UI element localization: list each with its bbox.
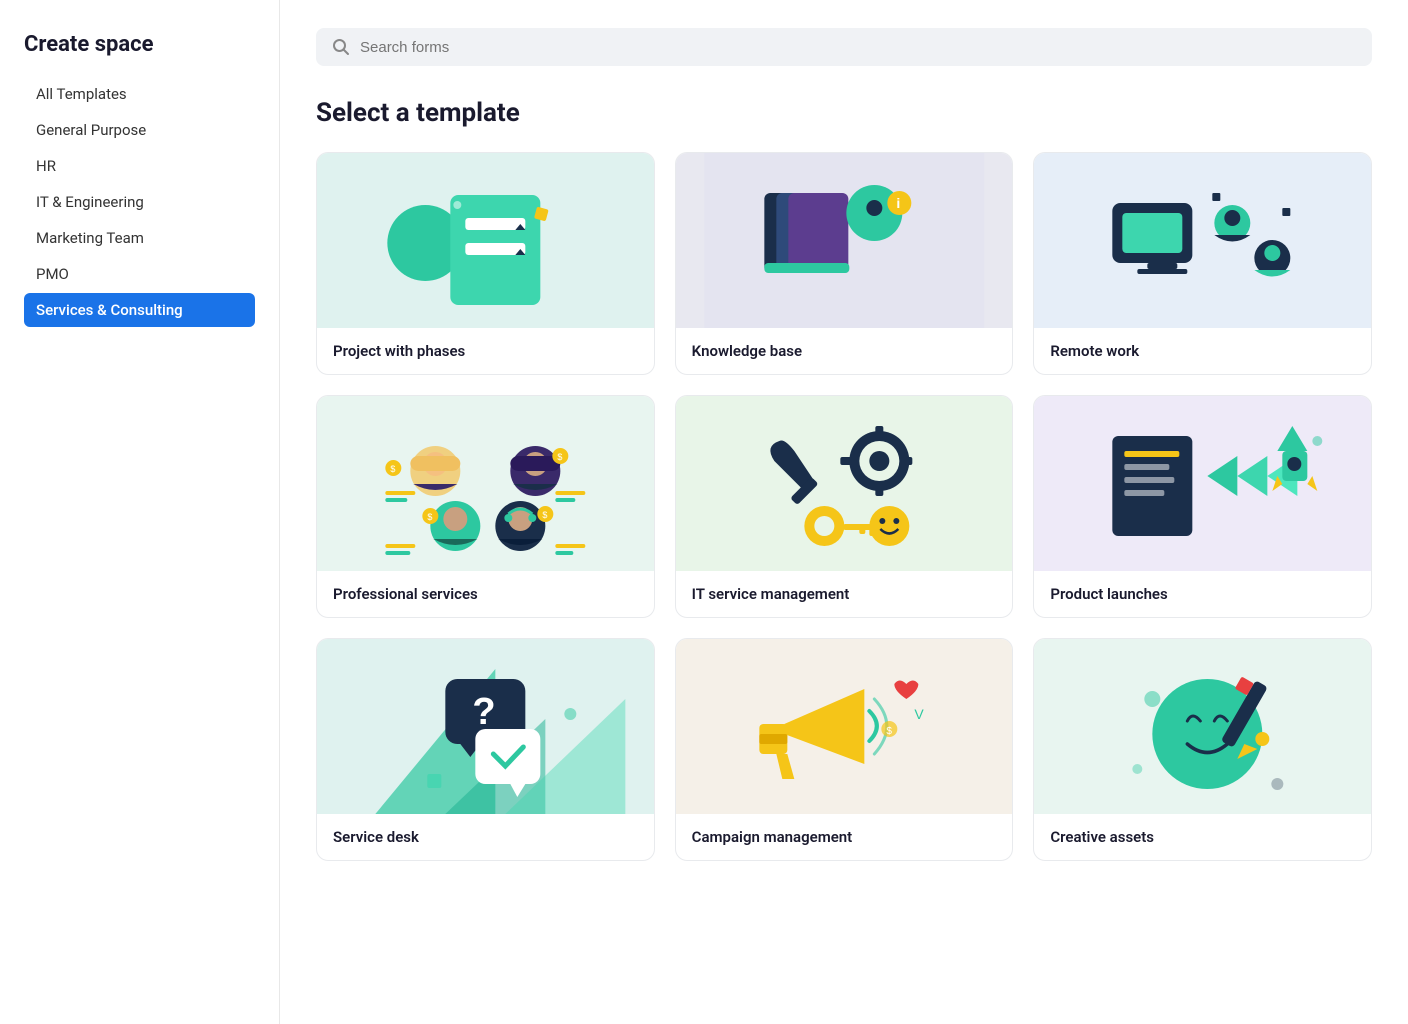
template-card-knowledge-base[interactable]: i Knowledge base	[675, 152, 1014, 375]
template-label-project-phases: Project with phases	[317, 328, 654, 374]
svg-text:$: $	[886, 726, 892, 737]
template-card-product-launches[interactable]: Product launches	[1033, 395, 1372, 618]
sidebar-item-it-engineering[interactable]: IT & Engineering	[24, 185, 255, 219]
template-label-service-desk: Service desk	[317, 814, 654, 860]
template-card-service-desk[interactable]: ? Service desk	[316, 638, 655, 861]
search-bar	[316, 28, 1372, 66]
template-label-creative-assets: Creative assets	[1034, 814, 1371, 860]
template-card-it-service-management[interactable]: IT service management	[675, 395, 1014, 618]
template-illustration-it-service-management	[676, 396, 1013, 571]
search-input[interactable]	[360, 39, 1356, 56]
template-card-professional-services[interactable]: $ $ $ $ Professional services	[316, 395, 655, 618]
svg-text:?: ?	[472, 691, 495, 733]
template-illustration-service-desk: ?	[317, 639, 654, 814]
template-illustration-campaign-management: V $	[676, 639, 1013, 814]
main-content: Select a template Project with phases i …	[280, 0, 1408, 1024]
sidebar-item-services-consulting[interactable]: Services & Consulting	[24, 293, 255, 327]
template-label-campaign-management: Campaign management	[676, 814, 1013, 860]
sidebar: Create space All TemplatesGeneral Purpos…	[0, 0, 280, 1024]
template-label-professional-services: Professional services	[317, 571, 654, 617]
svg-text:$: $	[542, 510, 547, 520]
template-illustration-creative-assets	[1034, 639, 1371, 814]
sidebar-item-marketing-team[interactable]: Marketing Team	[24, 221, 255, 255]
sidebar-title: Create space	[24, 32, 255, 57]
svg-text:V: V	[914, 706, 924, 722]
sidebar-item-general-purpose[interactable]: General Purpose	[24, 113, 255, 147]
search-icon	[332, 38, 350, 56]
template-grid: Project with phases i Knowledge base Rem…	[316, 152, 1372, 861]
template-illustration-remote-work	[1034, 153, 1371, 328]
svg-text:$: $	[390, 464, 395, 474]
template-card-campaign-management[interactable]: V $ Campaign management	[675, 638, 1014, 861]
template-card-creative-assets[interactable]: Creative assets	[1033, 638, 1372, 861]
template-illustration-knowledge-base: i	[676, 153, 1013, 328]
svg-text:$: $	[557, 452, 562, 462]
template-illustration-project-phases	[317, 153, 654, 328]
sidebar-nav: All TemplatesGeneral PurposeHRIT & Engin…	[24, 77, 255, 327]
template-label-product-launches: Product launches	[1034, 571, 1371, 617]
svg-text:i: i	[896, 195, 900, 211]
template-card-project-phases[interactable]: Project with phases	[316, 152, 655, 375]
template-label-it-service-management: IT service management	[676, 571, 1013, 617]
template-label-knowledge-base: Knowledge base	[676, 328, 1013, 374]
sidebar-item-pmo[interactable]: PMO	[24, 257, 255, 291]
sidebar-item-hr[interactable]: HR	[24, 149, 255, 183]
section-title: Select a template	[316, 98, 1372, 128]
template-card-remote-work[interactable]: Remote work	[1033, 152, 1372, 375]
sidebar-item-all-templates[interactable]: All Templates	[24, 77, 255, 111]
template-illustration-professional-services: $ $ $ $	[317, 396, 654, 571]
template-illustration-product-launches	[1034, 396, 1371, 571]
template-label-remote-work: Remote work	[1034, 328, 1371, 374]
svg-text:$: $	[427, 512, 432, 522]
